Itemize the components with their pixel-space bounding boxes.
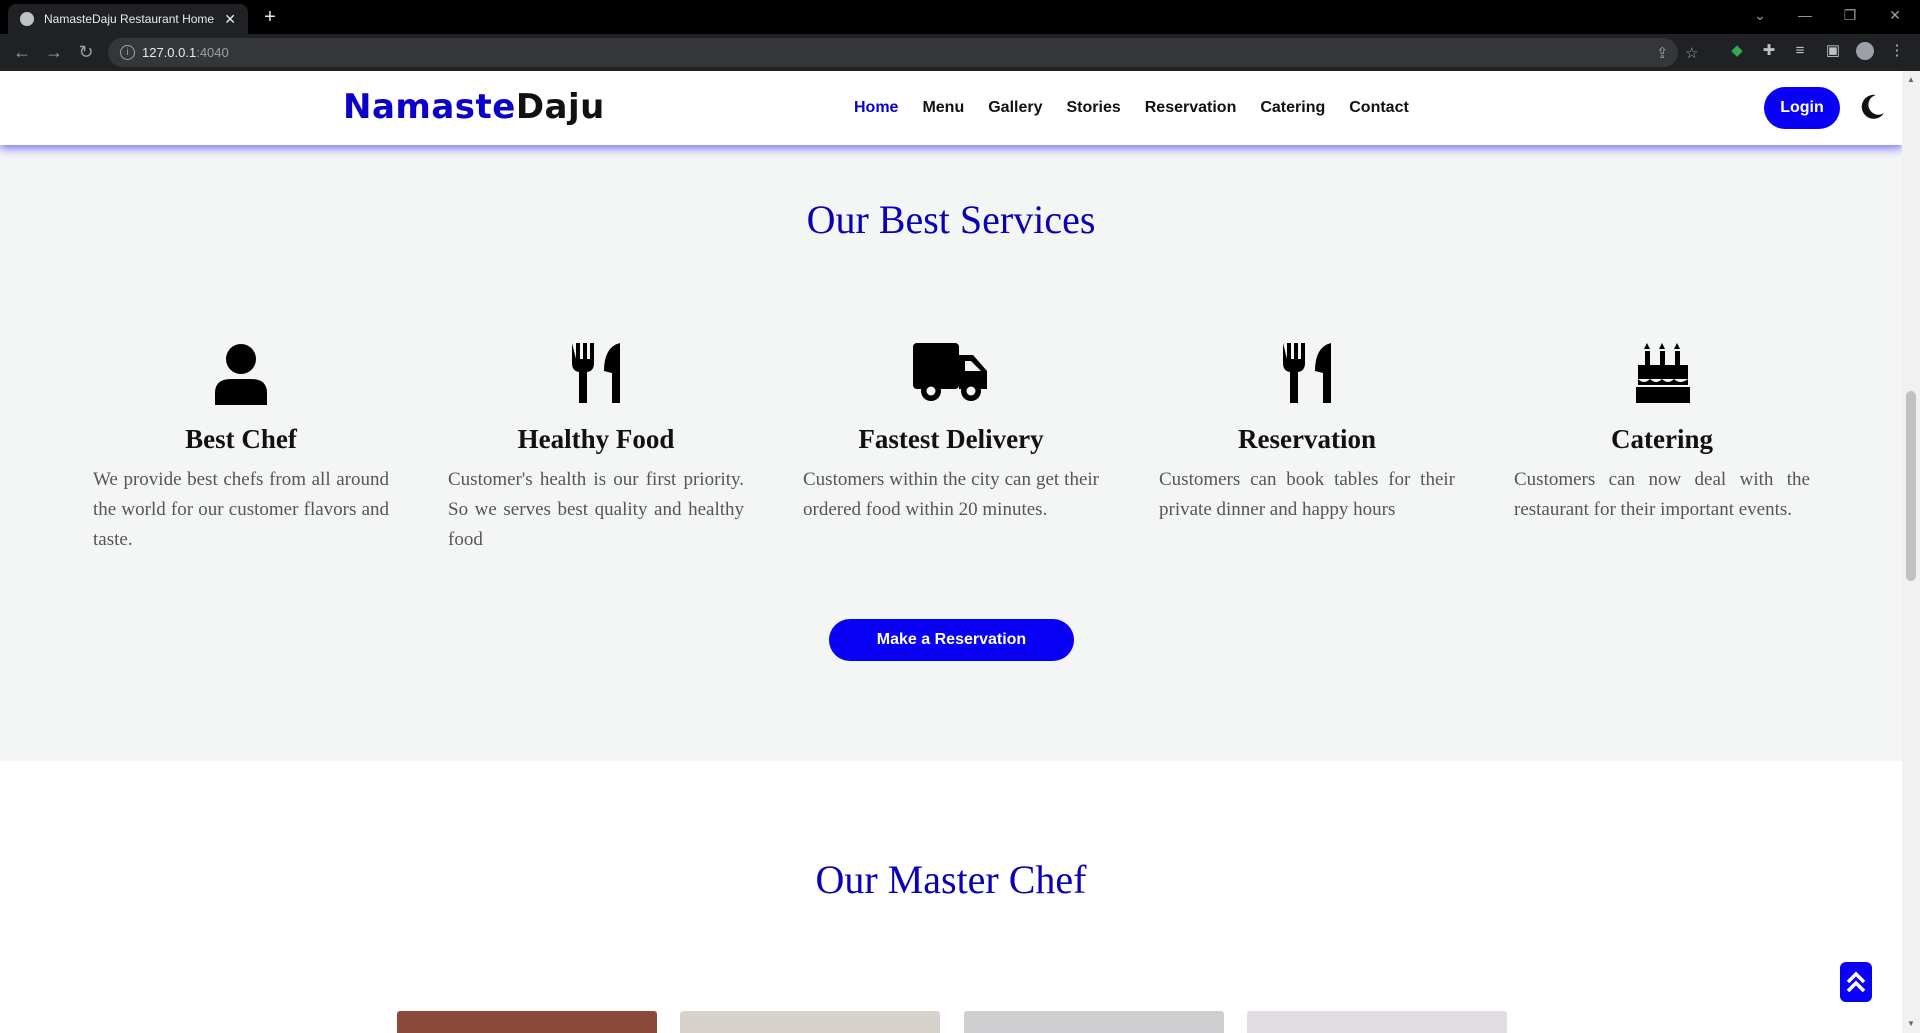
- scroll-up-arrow-icon[interactable]: ▲: [1906, 75, 1916, 84]
- service-title: Reservation: [1238, 424, 1376, 454]
- restore-icon[interactable]: ❐: [1830, 0, 1870, 30]
- minimize-icon[interactable]: —: [1785, 0, 1825, 30]
- nav-reservation[interactable]: Reservation: [1145, 99, 1237, 117]
- scrollbar-thumb[interactable]: [1906, 391, 1916, 581]
- master-chef-title: Our Master Chef: [815, 857, 1087, 902]
- browser-tab[interactable]: NamasteDaju Restaurant Home ✕: [8, 4, 248, 34]
- nav-catering[interactable]: Catering: [1260, 99, 1325, 117]
- scroll-down-arrow-icon[interactable]: ▼: [1906, 1019, 1916, 1028]
- user-icon: [215, 344, 267, 405]
- service-text: Customers can now deal with the restaura…: [1514, 469, 1810, 520]
- reload-icon[interactable]: ↻: [74, 40, 98, 64]
- nav-menu[interactable]: Menu: [922, 99, 964, 117]
- tab-search-icon[interactable]: ⌄: [1740, 0, 1780, 30]
- nav-home[interactable]: Home: [854, 99, 898, 117]
- service-text: Customer's health is our first priority.…: [448, 469, 744, 550]
- share-icon[interactable]: ⇪: [1656, 44, 1669, 62]
- bookmark-star-icon[interactable]: ☆: [1685, 44, 1698, 62]
- menu-dots-icon[interactable]: ⋮: [1888, 42, 1906, 60]
- url-text: 127.0.0.1:4040: [142, 45, 229, 60]
- tab-close-icon[interactable]: ✕: [224, 11, 236, 28]
- chef-image: [1247, 1011, 1507, 1033]
- main-nav: Home Menu Gallery Stories Reservation Ca…: [854, 99, 1433, 117]
- service-title: Healthy Food: [517, 424, 675, 454]
- service-text: We provide best chefs from all around th…: [93, 469, 389, 550]
- site-header: NamasteDaju Home Menu Gallery Stories Re…: [0, 71, 1902, 145]
- service-card-healthy-food: Healthy Food Customer's health is our fi…: [448, 341, 744, 555]
- window-close-icon[interactable]: ✕: [1875, 0, 1915, 30]
- nav-stories[interactable]: Stories: [1067, 99, 1121, 117]
- browser-tab-bar: NamasteDaju Restaurant Home ✕ + ⌄ — ❐ ✕: [0, 0, 1920, 34]
- page-content: NamasteDaju Home Menu Gallery Stories Re…: [0, 71, 1902, 1033]
- service-card-reservation: Reservation Customers can book tables fo…: [1159, 341, 1455, 525]
- service-text: Customers can book tables for their priv…: [1159, 469, 1455, 520]
- chef-image: [680, 1011, 940, 1033]
- service-title: Fastest Delivery: [858, 424, 1044, 454]
- browser-toolbar: ← → ↻ i 127.0.0.1:4040 ⇪ ☆ ◆ ✚ ≡ ▣ ⋮: [0, 34, 1920, 71]
- tab-title: NamasteDaju Restaurant Home: [44, 12, 215, 26]
- utensils-icon: [572, 343, 620, 403]
- site-info-icon[interactable]: i: [120, 45, 135, 60]
- puzzle-icon[interactable]: ✚: [1760, 42, 1778, 60]
- side-panel-icon[interactable]: ▣: [1824, 42, 1842, 60]
- scroll-to-top-icon[interactable]: [1840, 962, 1872, 1002]
- site-logo[interactable]: NamasteDaju: [343, 87, 605, 127]
- service-card-fastest-delivery: Fastest Delivery Customers within the ci…: [803, 341, 1099, 525]
- nav-contact[interactable]: Contact: [1349, 99, 1409, 117]
- service-title: Best Chef: [185, 424, 297, 454]
- extension-icon[interactable]: ◆: [1728, 42, 1746, 60]
- profile-avatar[interactable]: [1856, 42, 1874, 60]
- utensils-icon: [1283, 343, 1331, 403]
- service-card-catering: Catering Customers can now deal with the…: [1514, 341, 1810, 525]
- make-reservation-button[interactable]: Make a Reservation: [829, 619, 1074, 661]
- chef-image: [964, 1011, 1224, 1033]
- birthday-cake-icon: [1636, 343, 1690, 403]
- service-text: Customers within the city can get their …: [803, 469, 1099, 520]
- page-scrollbar[interactable]: ▲ ▼: [1902, 71, 1920, 1033]
- forward-icon[interactable]: →: [42, 40, 66, 64]
- address-bar[interactable]: i 127.0.0.1:4040 ⇪ ☆: [108, 38, 1698, 67]
- service-card-best-chef: Best Chef We provide best chefs from all…: [93, 341, 389, 555]
- reading-list-icon[interactable]: ≡: [1791, 42, 1809, 60]
- service-title: Catering: [1611, 424, 1713, 454]
- moon-icon[interactable]: [1858, 93, 1886, 121]
- new-tab-button[interactable]: +: [258, 4, 282, 30]
- truck-icon: [913, 343, 987, 401]
- chef-image: [397, 1011, 657, 1033]
- services-title: Our Best Services: [806, 197, 1096, 242]
- nav-gallery[interactable]: Gallery: [988, 99, 1042, 117]
- globe-icon: [20, 12, 34, 26]
- login-button[interactable]: Login: [1764, 87, 1840, 129]
- back-icon[interactable]: ←: [10, 40, 34, 64]
